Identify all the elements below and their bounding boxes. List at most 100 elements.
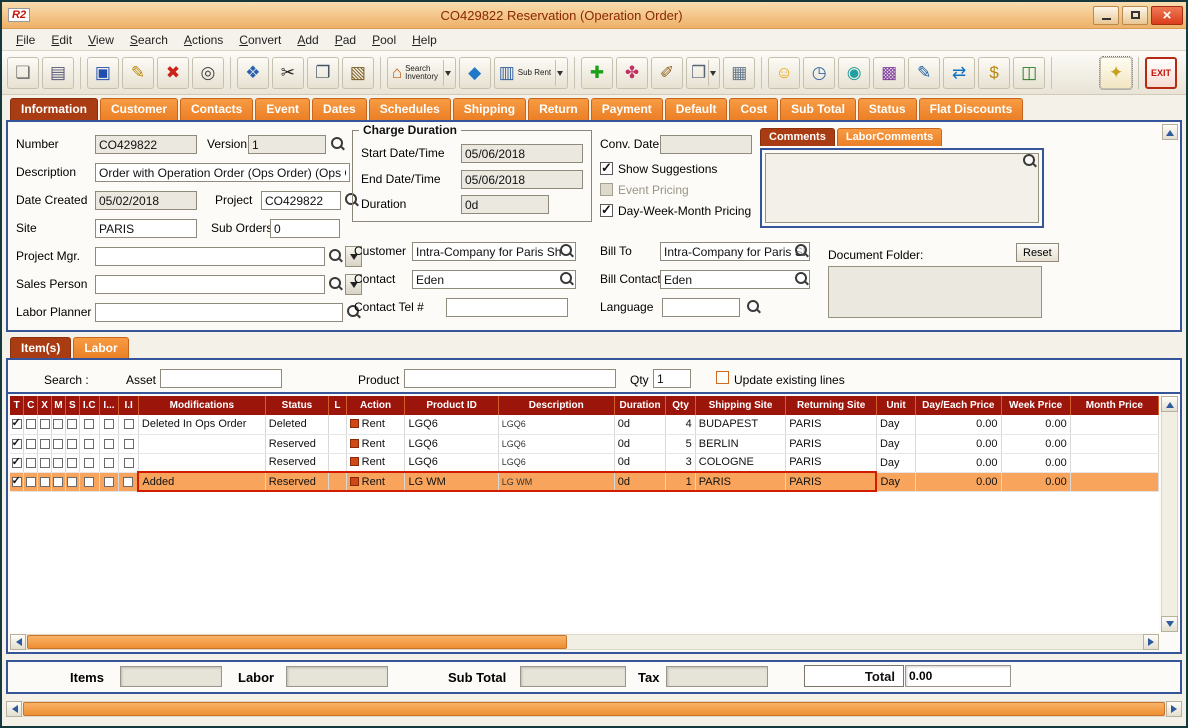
tab-cost[interactable]: Cost [729, 98, 778, 120]
copy-button[interactable]: ❐ [307, 57, 339, 89]
col-header-s[interactable]: S [65, 396, 79, 415]
col-header-week-price[interactable]: Week Price [1001, 396, 1070, 415]
col-header-i-c[interactable]: I.C [79, 396, 99, 415]
item-row[interactable]: Deleted In Ops OrderDeletedRentLGQ6LGQ60… [10, 415, 1159, 434]
row-checkbox[interactable] [40, 477, 50, 487]
products-cube-button[interactable]: ▩ [873, 57, 905, 89]
tab-laborcomments[interactable]: LaborComments [837, 128, 942, 146]
day-week-month-pricing-checkbox[interactable] [600, 204, 613, 217]
add-line-button[interactable]: ✚ [581, 57, 613, 89]
tab-item-s[interactable]: Item(s) [10, 337, 71, 359]
col-header-returning-site[interactable]: Returning Site [786, 396, 877, 415]
customer-lookup-icon[interactable] [559, 243, 574, 258]
site-field[interactable] [95, 219, 197, 238]
language-lookup-icon[interactable] [746, 299, 761, 314]
items-vscroll-up-button[interactable] [1161, 396, 1178, 412]
tab-status[interactable]: Status [858, 98, 917, 120]
col-header-month-price[interactable]: Month Price [1070, 396, 1158, 415]
menu-edit[interactable]: Edit [43, 31, 80, 49]
row-checkbox[interactable] [124, 439, 134, 449]
date-created-field[interactable] [95, 191, 197, 210]
sub-rent-dropdown-arrow[interactable] [555, 60, 565, 86]
maximize-button[interactable] [1122, 6, 1148, 25]
document-folder-area[interactable] [828, 266, 1042, 318]
event-pricing-checkbox[interactable] [600, 183, 613, 196]
version-lookup-icon[interactable] [330, 136, 345, 151]
tab-sub-total[interactable]: Sub Total [780, 98, 856, 120]
print-button[interactable]: ▤ [42, 57, 74, 89]
col-header-t[interactable]: T [10, 396, 24, 415]
tab-shipping[interactable]: Shipping [453, 98, 526, 120]
memo-button[interactable]: ✐ [651, 57, 683, 89]
tab-information[interactable]: Information [10, 98, 98, 120]
search-inventory-dropdown-arrow[interactable] [443, 60, 453, 86]
row-checkbox[interactable] [104, 458, 114, 468]
tab-customer[interactable]: Customer [100, 98, 178, 120]
tab-dates[interactable]: Dates [312, 98, 367, 120]
row-checkbox[interactable] [26, 419, 36, 429]
wand-button[interactable]: ✦ [1100, 57, 1132, 89]
items-hscroll-right-button[interactable] [1143, 634, 1159, 650]
row-checkbox[interactable] [12, 477, 22, 487]
items-hscroll-left-button[interactable] [10, 634, 26, 650]
save-button[interactable]: ▣ [87, 57, 119, 89]
bill-contact-lookup-icon[interactable] [794, 271, 809, 286]
pad-dropdown-arrow[interactable] [708, 60, 717, 86]
comments-lookup-icon[interactable] [1022, 153, 1037, 168]
customer-smiley-button[interactable]: ☺ [768, 57, 800, 89]
edit-button[interactable]: ✎ [122, 57, 154, 89]
row-checkbox[interactable] [84, 419, 94, 429]
col-header-modifications[interactable]: Modifications [138, 396, 265, 415]
row-checkbox[interactable] [123, 477, 133, 487]
sub-orders-field[interactable] [270, 219, 340, 238]
contact-lookup-icon[interactable] [559, 271, 574, 286]
find-button[interactable]: ◎ [192, 57, 224, 89]
site-button[interactable]: ▦ [723, 57, 755, 89]
row-checkbox[interactable] [26, 458, 36, 468]
row-checkbox[interactable] [53, 419, 63, 429]
window-hscroll-left-button[interactable] [6, 701, 22, 717]
project-mgr-field[interactable] [95, 247, 325, 266]
row-checkbox[interactable] [12, 439, 22, 449]
row-checkbox[interactable] [124, 419, 134, 429]
conv-date-field[interactable] [660, 135, 752, 154]
labor-total-field[interactable] [286, 666, 388, 687]
col-header-day-each-price[interactable]: Day/Each Price [916, 396, 1001, 415]
items-vscroll-track[interactable] [1161, 396, 1178, 632]
menu-add[interactable]: Add [289, 31, 326, 49]
col-header-c[interactable]: C [24, 396, 38, 415]
col-header-status[interactable]: Status [265, 396, 328, 415]
col-header-product-id[interactable]: Product ID [405, 396, 498, 415]
row-checkbox[interactable] [67, 419, 77, 429]
row-checkbox[interactable] [124, 458, 134, 468]
row-checkbox[interactable] [84, 477, 94, 487]
tab-labor[interactable]: Labor [73, 337, 128, 359]
sub-total-field[interactable] [520, 666, 626, 687]
order-notes-button[interactable]: ✎ [908, 57, 940, 89]
items-hscroll-thumb[interactable] [27, 635, 567, 649]
menu-pool[interactable]: Pool [364, 31, 404, 49]
minimize-button[interactable] [1093, 6, 1119, 25]
money-button[interactable]: $ [978, 57, 1010, 89]
schedule-clock-button[interactable]: ◷ [803, 57, 835, 89]
col-header-m[interactable]: M [51, 396, 65, 415]
row-checkbox[interactable] [40, 419, 50, 429]
row-checkbox[interactable] [53, 477, 63, 487]
close-button[interactable] [1151, 6, 1183, 25]
fill-pool-button[interactable]: ◆ [459, 57, 491, 89]
tab-event[interactable]: Event [255, 98, 310, 120]
window-hscroll-thumb[interactable] [23, 702, 1165, 716]
tab-return[interactable]: Return [528, 98, 589, 120]
asset-input[interactable] [160, 369, 282, 388]
paste-button[interactable]: ▧ [342, 57, 374, 89]
tab-contacts[interactable]: Contacts [180, 98, 253, 120]
menu-help[interactable]: Help [404, 31, 445, 49]
col-header-l[interactable]: L [329, 396, 347, 415]
sales-person-lookup-icon[interactable] [328, 276, 343, 291]
row-checkbox[interactable] [53, 439, 63, 449]
new-document-button[interactable]: ❏ [7, 57, 39, 89]
col-header-i-i[interactable]: I.I [119, 396, 139, 415]
convert-order-button[interactable]: ❖ [237, 57, 269, 89]
menu-convert[interactable]: Convert [231, 31, 289, 49]
sub-rent-button[interactable]: ▥Sub Rent [494, 57, 568, 89]
